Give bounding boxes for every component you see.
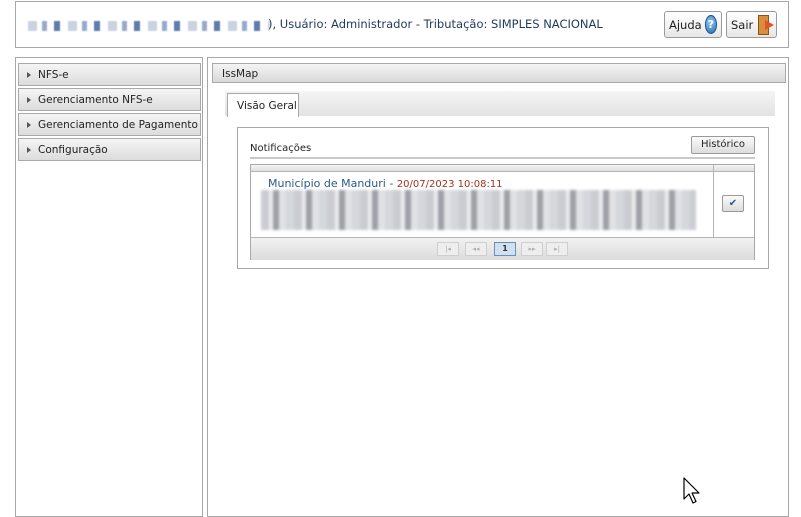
notifications-panel: Notificações Histórico Município de Mand… (237, 127, 769, 269)
notifications-table: Município de Manduri - 20/07/2023 10:08:… (250, 164, 755, 260)
sidebar-item-label: Configuração (38, 143, 108, 156)
redacted-company-name (28, 21, 270, 31)
sidebar-item-gerenciamento-pagamento[interactable]: Gerenciamento de Pagamento (18, 113, 201, 136)
caret-right-icon (27, 121, 31, 128)
notifications-heading: Notificações (250, 143, 312, 154)
help-button[interactable]: Ajuda ? (664, 11, 722, 38)
page-1-button[interactable]: 1 (494, 242, 516, 256)
caret-right-icon (27, 96, 31, 103)
sidebar-item-label: NFS-e (38, 68, 69, 81)
exit-label: Sair (731, 17, 754, 32)
help-label: Ajuda (669, 17, 702, 32)
mouse-cursor-icon (683, 477, 700, 504)
history-button[interactable]: Histórico (691, 136, 755, 154)
notification-title: Município de Manduri - 20/07/2023 10:08:… (268, 177, 503, 190)
column-divider (713, 165, 714, 237)
prev-page-button[interactable]: ◂◂ (465, 242, 487, 256)
tab-bar: Visão Geral (225, 91, 775, 117)
caret-right-icon (27, 71, 31, 78)
exit-door-icon (756, 14, 775, 36)
sidebar-item-label: Gerenciamento de Pagamento (38, 118, 198, 131)
check-icon: ✔ (728, 198, 738, 209)
main-panel: IssMap Visão Geral Notificações Históric… (207, 57, 789, 517)
mark-read-button[interactable]: ✔ (722, 195, 744, 212)
first-page-button[interactable]: |◂ (437, 242, 459, 256)
panel-title: IssMap (212, 63, 786, 83)
table-header (251, 165, 754, 172)
sidebar-item-label: Gerenciamento NFS-e (38, 93, 153, 106)
top-header: ), Usuário: Administrador - Tributação: … (15, 1, 789, 48)
pagination: |◂ ◂◂ 1 ▸▸ ▸| (251, 237, 754, 260)
tab-visao-geral[interactable]: Visão Geral (227, 93, 299, 117)
divider (250, 157, 755, 159)
sidebar-item-configuracao[interactable]: Configuração (18, 138, 201, 161)
last-page-button[interactable]: ▸| (546, 242, 568, 256)
sidebar-item-gerenciamento-nfse[interactable]: Gerenciamento NFS-e (18, 88, 201, 111)
sidebar: NFS-e Gerenciamento NFS-e Gerenciamento … (15, 57, 203, 517)
redacted-notification-body (261, 190, 696, 230)
caret-right-icon (27, 146, 31, 153)
notification-timestamp: 20/07/2023 10:08:11 (396, 179, 503, 190)
sidebar-item-nfse[interactable]: NFS-e (18, 63, 201, 86)
exit-button[interactable]: Sair (726, 11, 777, 38)
user-info: ), Usuário: Administrador - Tributação: … (268, 17, 603, 31)
notification-source: Município de Manduri (268, 177, 386, 190)
help-icon: ? (704, 15, 717, 34)
next-page-button[interactable]: ▸▸ (521, 242, 543, 256)
